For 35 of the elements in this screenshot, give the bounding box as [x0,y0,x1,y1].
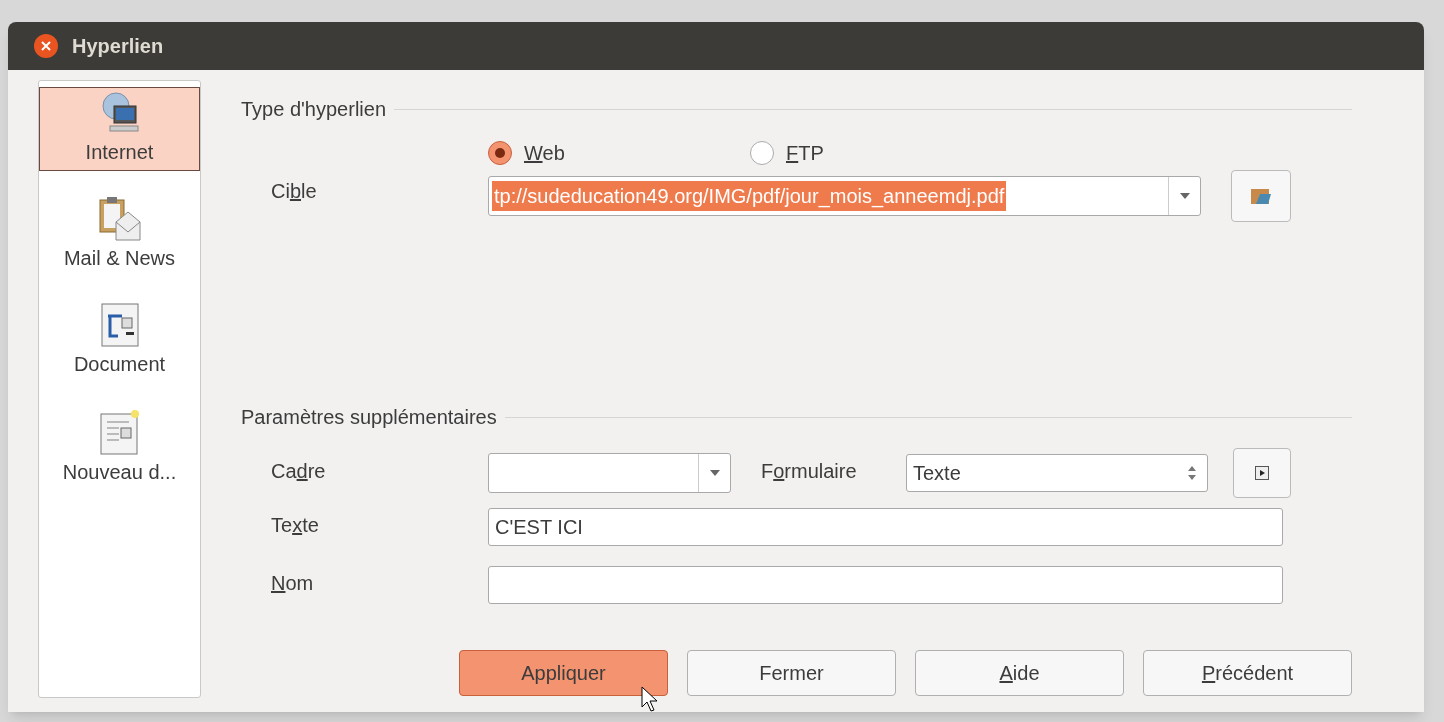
radio-option[interactable]: FTP [750,138,1012,168]
field-label: Formulaire [761,459,858,484]
dropdown-arrow-icon [709,470,720,476]
category-item[interactable]: Document [39,297,200,383]
dropdown-arrow-icon [1179,193,1190,199]
section-heading: Type d'hyperlien [241,97,387,122]
category-item[interactable]: Internet [39,87,200,171]
category-item[interactable]: Nouveau d... [39,403,200,491]
section-heading: Paramètres supplémentaires [241,405,497,430]
browse-button[interactable] [1231,170,1291,222]
events-button[interactable] [1233,448,1291,498]
folder-icon [1250,186,1272,206]
clipboard-envelope-icon [97,196,142,242]
close-button[interactable] [34,34,58,58]
frame-combo-box[interactable] [488,453,731,493]
close-icon [41,41,51,51]
dialog-button[interactable]: Fermer [687,650,896,696]
name-input-field[interactable] [488,566,1283,604]
form-spin-box[interactable]: Texte [906,454,1208,492]
radio-option[interactable]: Web [488,138,750,168]
spin-arrows-icon [1188,466,1196,480]
field-label: Cadre [271,459,327,484]
window-title: Hyperlien [72,34,164,59]
dialog-button[interactable]: Aide [915,650,1124,696]
new-document-icon [98,408,141,456]
field-label: Cible [271,179,318,204]
document-icon [99,302,140,348]
dialog-button[interactable]: Appliquer [459,650,668,696]
mouse-pointer-icon [641,686,659,712]
field-label: Nom [271,571,315,596]
play-box-icon [1255,466,1269,480]
dialog-button[interactable]: Précédent [1143,650,1352,696]
field-label: Texte [271,513,320,538]
text-input-field[interactable]: C'EST ICI [488,508,1283,546]
category-item[interactable]: Mail & News [39,191,200,277]
